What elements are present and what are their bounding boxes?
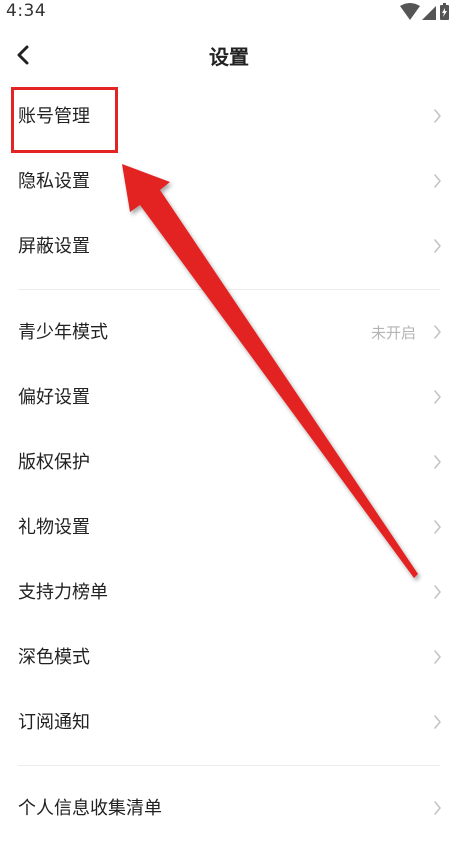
row-label: 隐私设置 [18,171,90,192]
settings-row-dark-mode[interactable]: 深色模式 [0,625,458,690]
settings-row-teen-mode[interactable]: 青少年模式 未开启 [0,300,458,365]
settings-row-subscription[interactable]: 订阅通知 [0,690,458,755]
settings-row-preferences[interactable]: 偏好设置 [0,365,458,430]
chevron-right-icon [434,174,441,188]
row-label: 屏蔽设置 [18,236,90,257]
status-time: 4:34 [6,1,47,21]
chevron-right-icon [434,650,441,664]
nav-bar: 设置 [0,24,458,86]
row-label: 偏好设置 [18,387,90,408]
row-label: 订阅通知 [18,712,90,733]
row-label: 礼物设置 [18,517,90,538]
page-title: 设置 [209,45,249,69]
chevron-right-icon [434,325,441,339]
signal-icon [422,6,436,20]
chevron-right-icon [434,801,441,815]
battery-icon [440,3,449,20]
settings-row-copyright[interactable]: 版权保护 [0,430,458,495]
row-value: 未开启 [370,324,416,342]
chevron-right-icon [434,455,441,469]
row-label: 深色模式 [18,647,90,668]
row-label: 账号管理 [18,106,90,127]
chevron-right-icon [434,585,441,599]
settings-row-block[interactable]: 屏蔽设置 [0,214,458,279]
section-divider [18,765,440,766]
chevron-right-icon [434,390,441,404]
settings-row-personal-info-list[interactable]: 个人信息收集清单 [0,776,458,841]
chevron-right-icon [434,109,441,123]
chevron-right-icon [434,715,441,729]
row-label: 支持力榜单 [18,582,108,603]
chevron-right-icon [434,520,441,534]
settings-row-gifts[interactable]: 礼物设置 [0,495,458,560]
row-label: 个人信息收集清单 [18,798,162,819]
status-bar: 4:34 [0,0,458,24]
settings-row-account[interactable]: 账号管理 [0,84,458,149]
section-divider [18,289,440,290]
row-label: 青少年模式 [18,322,108,343]
settings-list: 账号管理 隐私设置 屏蔽设置 青少年模式 未开启 偏好设置 版权保护 礼物设置 … [0,84,458,841]
row-label: 版权保护 [18,452,90,473]
wifi-icon [400,3,420,20]
chevron-right-icon [434,239,441,253]
status-icons [394,2,454,22]
settings-row-support-ranking[interactable]: 支持力榜单 [0,560,458,625]
settings-row-privacy[interactable]: 隐私设置 [0,149,458,214]
